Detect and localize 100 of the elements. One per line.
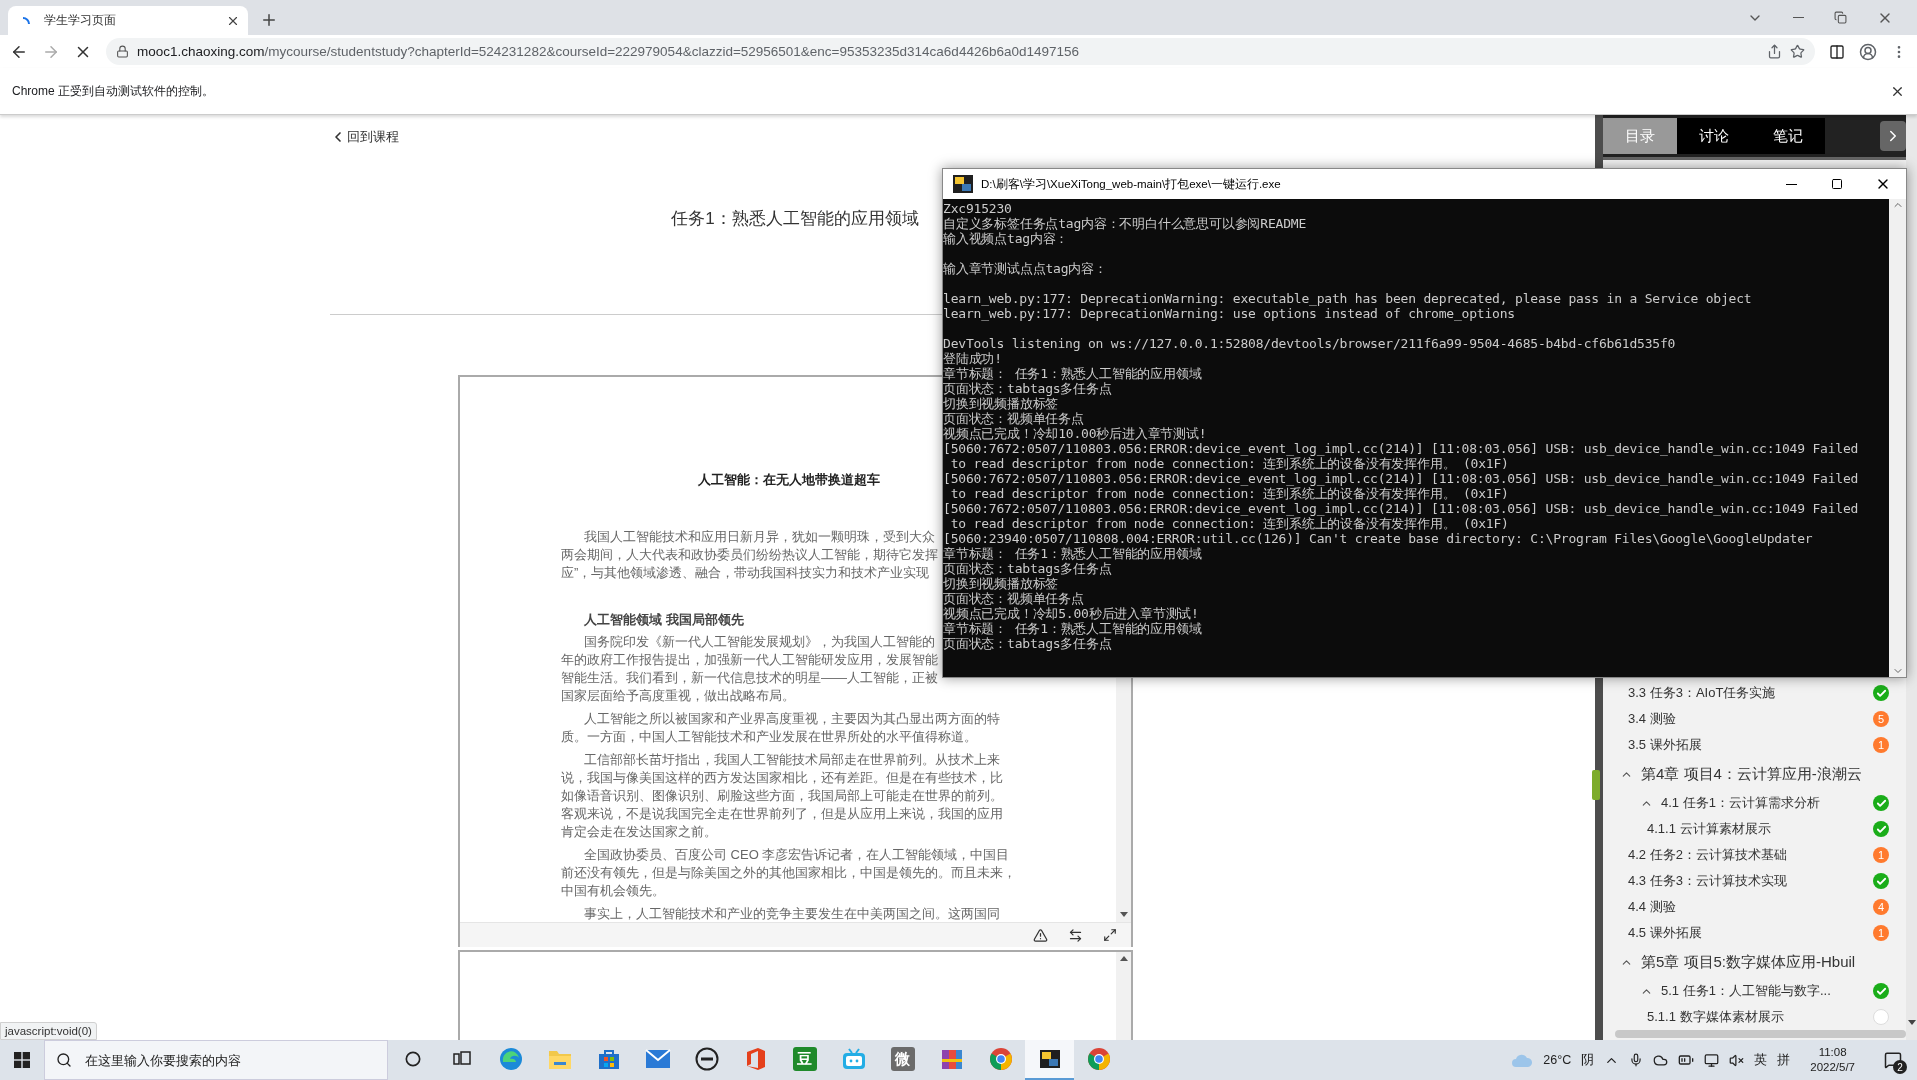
- console-line: 页面状态：tabtags多任务点: [943, 561, 1113, 576]
- browser-tab[interactable]: 学生学习页面: [8, 6, 248, 35]
- temperature: 26°C: [1543, 1053, 1572, 1067]
- console-line: to read descriptor from node connection: 连到系统上的设备没有发挥作用。 (0x1F): [949, 516, 1510, 531]
- search-field[interactable]: 在这里输入你要搜索的内容: [44, 1040, 388, 1080]
- console-line: to read descriptor from node connection: 连到系统上的设备没有发挥作用。 (0x1F): [949, 456, 1510, 471]
- console-line: 章节标题： 任务1：熟悉人工智能的应用领域: [943, 546, 1203, 561]
- app-tile-icon: 微: [890, 1047, 915, 1071]
- battery-icon[interactable]: [1678, 1052, 1695, 1068]
- console-line: 页面状态：视频单任务点: [943, 591, 1085, 606]
- lesson-item[interactable]: 4.3 任务3：云计算技术实现: [1603, 868, 1906, 894]
- circle-icon: [404, 1051, 421, 1067]
- app-tile-icon: 豆: [792, 1047, 817, 1071]
- mail-icon: [644, 1049, 671, 1069]
- taskbar-app-button[interactable]: 豆: [780, 1040, 829, 1080]
- network-icon[interactable]: [1704, 1052, 1720, 1068]
- warning-icon[interactable]: [1033, 927, 1048, 943]
- taskbar-app-button[interactable]: 微: [878, 1040, 927, 1080]
- console-line: Zxc915230: [943, 201, 1013, 216]
- microphone-icon[interactable]: [1629, 1053, 1644, 1067]
- document-text-line: 智能生活。我们看到，新一代信息技术的明星——人工智能，正被: [561, 669, 938, 687]
- side-panel-icon[interactable]: [1829, 43, 1845, 60]
- lesson-item[interactable]: 4.1.1 云计算素材展示: [1603, 816, 1906, 842]
- lesson-item[interactable]: 4.5 课外拓展 1: [1603, 920, 1906, 946]
- folder-icon: [547, 1048, 572, 1070]
- status-url: javascript:void(0): [0, 1022, 97, 1040]
- search-icon: [56, 1052, 72, 1068]
- lesson-item[interactable]: 5.1 任务1：人工智能与数字...: [1603, 978, 1906, 1004]
- console-line: 视频点已完成！冷却5.00秒后进入章节测试!: [943, 606, 1200, 621]
- console-line: 切换到视频播放标签: [943, 576, 1060, 591]
- back-to-course-link[interactable]: 回到课程: [330, 128, 399, 146]
- fullscreen-icon[interactable]: [1103, 928, 1117, 942]
- lesson-item[interactable]: 3.3 任务3：AIoT任务实施: [1603, 680, 1906, 706]
- swap-icon[interactable]: [1068, 927, 1083, 943]
- weather-condition: 阴: [1581, 1051, 1595, 1069]
- document-text-line: 质。一方面，中国人工智能技术和产业发展在世界所处的水平值得称道。: [561, 728, 977, 746]
- count-badge: 4: [1873, 899, 1889, 915]
- next-tab-button[interactable]: [1880, 121, 1906, 151]
- console-line: 章节标题： 任务1：熟悉人工智能的应用领域: [943, 621, 1203, 636]
- lesson-item[interactable]: 5.1.1 数字媒体素材展示: [1603, 1004, 1906, 1030]
- count-badge: 1: [1873, 925, 1889, 941]
- notification-button[interactable]: 2: [1875, 1040, 1911, 1080]
- console-line: learn_web.py:177: DeprecationWarning: use options instead of chrome_options: [943, 306, 1516, 321]
- document-text-line: 事实上，人工智能技术和产业的竞争主要发生在中美两国之间。这两国同: [584, 905, 1000, 922]
- count-badge: 1: [1873, 847, 1889, 863]
- automation-notice: Chrome 正受到自动测试软件的控制。: [12, 82, 215, 100]
- windows-logo-icon: [14, 1052, 30, 1068]
- bookmark-star-icon[interactable]: [1790, 44, 1805, 59]
- edge-icon: [498, 1047, 523, 1071]
- console-line: 输入视频点tag内容：: [943, 231, 1070, 246]
- scroll-down-icon[interactable]: [1119, 912, 1128, 918]
- console-app-icon: [951, 172, 975, 196]
- document-text-line: 前还没有领先，但是与除美国之外的其他国家相比，中国是领先的。而且未来，: [561, 864, 1016, 882]
- panel-handle[interactable]: [1592, 770, 1600, 800]
- restore-icon[interactable]: [1834, 11, 1847, 24]
- lesson-item[interactable]: 4.1 任务1：云计算需求分析: [1603, 790, 1906, 816]
- console-line: 页面状态：tabtags多任务点: [943, 381, 1113, 396]
- profile-icon[interactable]: [1859, 42, 1877, 61]
- input-method-indicator[interactable]: 英: [1754, 1051, 1768, 1069]
- share-icon[interactable]: [1767, 44, 1782, 59]
- console-line: 章节标题： 任务1：熟悉人工智能的应用领域: [943, 366, 1203, 381]
- lesson-item[interactable]: 4.4 测验 4: [1603, 894, 1906, 920]
- document-text-line: 如像语音识别、图像识别、刷脸这些方面，我国局部上可能走在世界的前列。: [561, 787, 1003, 805]
- document-text-line: 我国人工智能技术和应用日新月异，犹如一颗明珠，受到大众: [584, 528, 935, 546]
- chrome-icon: [1086, 1047, 1111, 1071]
- cloud-icon[interactable]: [1653, 1052, 1669, 1068]
- new-tab-icon[interactable]: [260, 11, 278, 29]
- document-text-line: 国家层面给予高度重视，做出战略布局。: [561, 687, 795, 705]
- chapter-item[interactable]: 第5章 项目5:数字媒体应用-Hbuil: [1603, 946, 1906, 978]
- document-text-line: 应”，与其他领域渗透、融合，带动我国科技实力和技术产业实现: [561, 564, 930, 582]
- chrome-icon: [988, 1047, 1013, 1071]
- scroll-down-icon[interactable]: [1907, 1020, 1916, 1026]
- console-app-icon: [1037, 1047, 1062, 1071]
- clock[interactable]: 11:08 2022/5/7: [1800, 1045, 1865, 1075]
- console-line: 页面状态：视频单任务点: [943, 411, 1085, 426]
- ring-logo-icon: [694, 1047, 719, 1071]
- scroll-up-icon[interactable]: [1119, 956, 1128, 962]
- task-view-icon: [452, 1051, 471, 1067]
- tv-icon: [840, 1047, 867, 1071]
- console-line: [5060:7672:0507/110803.056:ERROR:device_event_log_impl.cc(214)] [11:08:03.056] USB: usb_device_handle_win.cc:1049 Failed: [943, 471, 1860, 486]
- chapter-item[interactable]: 第4章 项目4：云计算应用-浪潮云: [1603, 758, 1906, 790]
- volume-muted-icon[interactable]: [1729, 1052, 1745, 1068]
- console-line: learn_web.py:177: DeprecationWarning: executable_path has been deprecated, please pass in a Service object: [943, 291, 1753, 306]
- books-icon: [939, 1047, 964, 1071]
- input-method-indicator[interactable]: 拼: [1777, 1051, 1791, 1069]
- console-line: [5060:7672:0507/110803.056:ERROR:device_event_log_impl.cc(214)] [11:08:03.056] USB: usb_device_handle_win.cc:1049 Failed: [943, 501, 1860, 516]
- lesson-item[interactable]: 3.4 测验 5: [1603, 706, 1906, 732]
- console-line: [5060:23940:0507/110808.004:ERROR:util.cc(126)] Can't create base directory: C:\Program Files\Google\GoogleUpdater: [943, 531, 1814, 546]
- taskbar-app-button[interactable]: [1025, 1040, 1074, 1080]
- console-line: 切换到视频播放标签: [943, 396, 1060, 411]
- sidebar-tab[interactable]: 讨论: [1677, 118, 1751, 154]
- scrollbar[interactable]: [1615, 1030, 1906, 1038]
- page-title: 任务1：熟悉人工智能的应用领域: [671, 208, 919, 230]
- lesson-item[interactable]: 4.2 任务2：云计算技术基础 1: [1603, 842, 1906, 868]
- address-field[interactable]: mooc1.chaoxing.com/mycourse/studentstudy?chapterId=524231282&courseId=222979054&clazzid=52956501&enc=95353235d314ca6d4426b6a0d1497156: [106, 38, 1815, 65]
- document-text-line: 肯定会走在发达国家之前。: [561, 823, 717, 841]
- maximize-icon: [1831, 178, 1843, 190]
- lock-icon: [116, 45, 129, 58]
- lesson-item[interactable]: 3.5 课外拓展 1: [1603, 732, 1906, 758]
- sidebar-tab[interactable]: 笔记: [1751, 118, 1825, 154]
